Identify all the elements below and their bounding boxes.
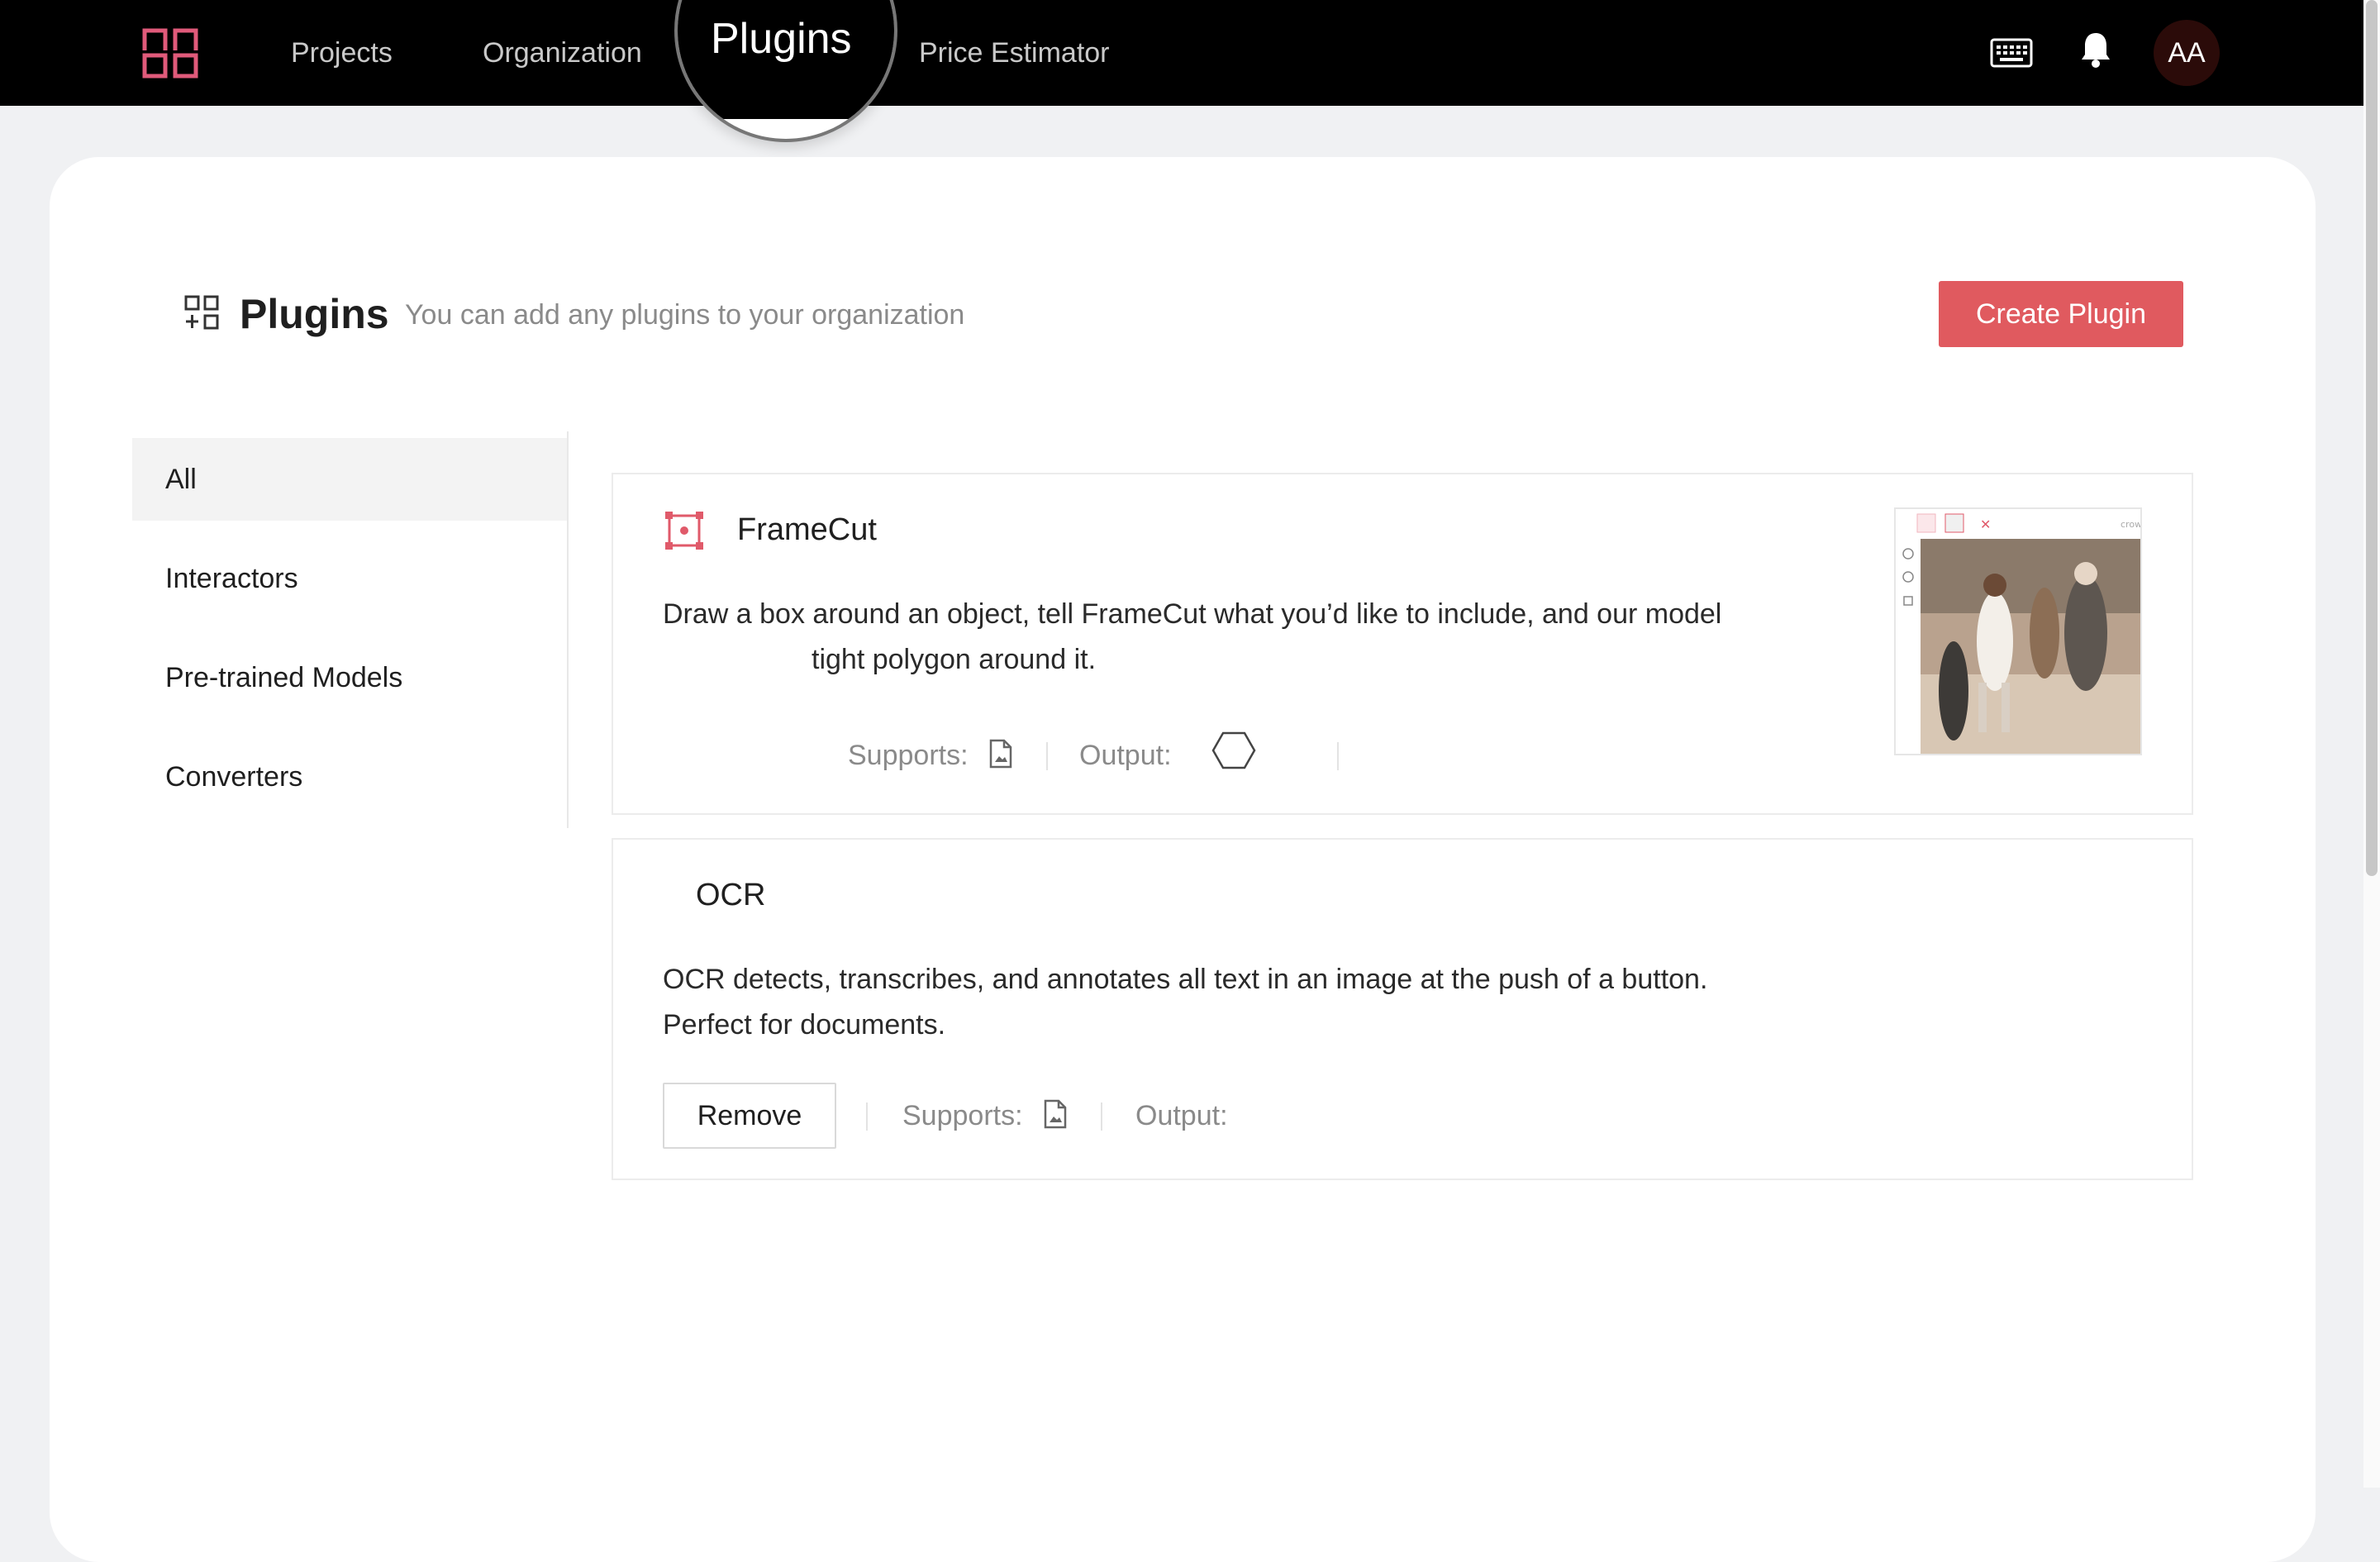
nav-price-estimator[interactable]: Price Estimator <box>919 33 1110 73</box>
framecut-preview-image: ✕ crow <box>1896 509 2142 754</box>
user-avatar[interactable]: AA <box>2154 20 2220 86</box>
meta-separator <box>866 1102 868 1131</box>
page-subtitle: You can add any plugins to your organiza… <box>405 299 965 331</box>
nav-organization[interactable]: Organization <box>483 33 642 73</box>
framecut-caption: crow <box>2121 519 2142 530</box>
sidebar-item-converters[interactable]: Converters <box>132 736 567 818</box>
meta-separator <box>1046 742 1048 770</box>
nav-plugins[interactable]: Plugins <box>711 10 852 68</box>
image-file-icon <box>989 739 1012 769</box>
framecut-icon <box>665 512 703 550</box>
plugin-description-line2: Perfect for documents. <box>663 1009 946 1041</box>
plugin-name: OCR <box>696 878 766 912</box>
scrollbar-thumb[interactable] <box>2366 0 2378 876</box>
plugin-description-line2: tight polygon around it. <box>812 644 1097 675</box>
image-file-icon <box>1044 1099 1067 1129</box>
sidebar-item-pretrained-models[interactable]: Pre-trained Models <box>132 636 567 719</box>
svg-text:✕: ✕ <box>1980 517 1991 532</box>
supports-label: Supports: <box>902 1100 1023 1131</box>
keyboard-icon[interactable] <box>1990 38 2033 68</box>
meta-separator <box>1101 1102 1102 1131</box>
sidebar-item-all[interactable]: All <box>132 438 567 521</box>
nav-projects[interactable]: Projects <box>291 33 393 73</box>
output-label: Output: <box>1135 1100 1228 1131</box>
sidebar-divider <box>567 431 569 828</box>
framecut-thumbnail: ✕ crow <box>1894 507 2142 755</box>
plugin-card-ocr: OCR OCR detects, transcribes, and annota… <box>612 838 2193 1180</box>
sidebar-item-interactors[interactable]: Interactors <box>132 537 567 620</box>
plugin-description: Draw a box around an object, tell FrameC… <box>663 592 1836 683</box>
top-navigation-bar: Projects Organization Price Estimator AA <box>0 0 2363 106</box>
create-plugin-button[interactable]: Create Plugin <box>1939 281 2183 347</box>
plugin-card-framecut: FrameCut Draw a box around an object, te… <box>612 473 2193 815</box>
polygon-output-icon <box>1211 731 1256 769</box>
plugins-icon <box>184 295 219 330</box>
page-title: Plugins <box>240 291 389 337</box>
plugin-name: FrameCut <box>737 512 877 547</box>
plugin-description: OCR detects, transcribes, and annotates … <box>663 957 1836 1048</box>
supports-label: Supports: <box>848 740 969 771</box>
remove-button[interactable]: Remove <box>663 1083 836 1149</box>
plugin-meta-row: Remove Supports: Output: <box>663 1083 1654 1149</box>
output-label: Output: <box>1079 740 1172 771</box>
app-logo-icon[interactable] <box>142 26 198 79</box>
plugin-meta-row: Supports: Output: <box>663 722 1407 788</box>
bell-icon[interactable] <box>2079 30 2112 69</box>
plugin-description-line1: Draw a box around an object, tell FrameC… <box>663 598 1722 630</box>
meta-separator <box>1337 742 1339 770</box>
plugin-description-line1: OCR detects, transcribes, and annotates … <box>663 964 1708 995</box>
